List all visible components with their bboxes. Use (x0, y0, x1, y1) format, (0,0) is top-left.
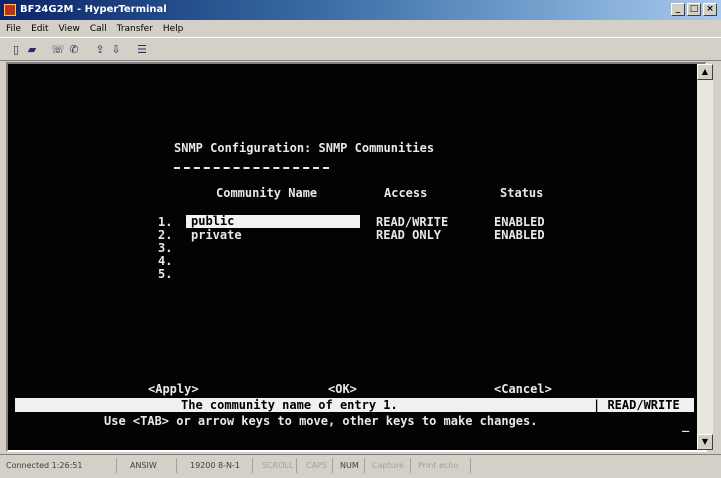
cursor: _ (682, 418, 690, 432)
screen-heading: SNMP Configuration: SNMP Communities (174, 141, 435, 155)
community-name-value[interactable]: private (191, 228, 242, 242)
close-icon[interactable]: × (703, 3, 717, 16)
connect-icon[interactable]: ☏ (50, 42, 66, 57)
maximize-icon[interactable]: □ (687, 3, 701, 16)
row-number: 3. (158, 241, 173, 255)
access-value[interactable]: READ ONLY (376, 228, 441, 242)
status-message: The community name of entry 1. (181, 398, 398, 412)
properties-icon[interactable]: ☰ (134, 42, 150, 57)
menu-edit[interactable]: Edit (31, 24, 48, 34)
menu-view[interactable]: View (59, 24, 80, 34)
emulation-type: ANSIW (130, 461, 157, 470)
column-access: Access (384, 186, 428, 200)
toolbar: ▯ ▰ ☏ ✆ ⇪ ⇩ ☰ (0, 37, 721, 61)
row-number: 4. (158, 254, 173, 268)
hyperterminal-app-icon (4, 4, 16, 16)
ok-button[interactable]: <OK> (328, 382, 357, 396)
column-community-name: Community Name (216, 186, 318, 200)
caps-indicator: CAPS (306, 461, 327, 470)
access-value[interactable]: READ/WRITE (376, 215, 448, 229)
menu-transfer[interactable]: Transfer (117, 24, 153, 34)
port-settings: 19200 8-N-1 (190, 461, 240, 470)
status-mode: | READ/WRITE (593, 398, 680, 412)
scroll-down-icon[interactable]: ▼ (697, 434, 713, 450)
status-value[interactable]: ENABLED (494, 215, 545, 229)
send-icon[interactable]: ⇪ (92, 42, 108, 57)
window-controls: _ □ × (671, 3, 717, 16)
receive-icon[interactable]: ⇩ (108, 42, 124, 57)
keyboard-hint: Use <TAB> or arrow keys to move, other k… (104, 414, 538, 428)
open-icon[interactable]: ▰ (24, 42, 40, 57)
print-echo-indicator: Print echo (418, 461, 459, 470)
terminal-status-bar: The community name of entry 1. | READ/WR… (15, 398, 694, 412)
menu-file[interactable]: File (6, 24, 21, 34)
scroll-indicator: SCROLL (262, 461, 294, 470)
vertical-scrollbar[interactable]: ▲ ▼ (697, 64, 713, 450)
terminal-screen[interactable]: SNMP Configuration: SNMP Communities Com… (8, 64, 697, 450)
row-number: 1. (158, 215, 173, 229)
title-bar: BF24G2M - HyperTerminal _ □ × (0, 0, 721, 20)
window-title: BF24G2M - HyperTerminal (20, 4, 167, 15)
capture-indicator: Capture (372, 461, 404, 470)
menu-help[interactable]: Help (163, 24, 184, 34)
row-number: 5. (158, 267, 173, 281)
status-value[interactable]: ENABLED (494, 228, 545, 242)
apply-button[interactable]: <Apply> (148, 382, 199, 396)
heading-underline (174, 167, 329, 169)
community-name-input-1[interactable]: public (186, 214, 360, 228)
minimize-icon[interactable]: _ (671, 3, 685, 16)
row-number: 2. (158, 228, 173, 242)
connection-time: Connected 1:26:51 (6, 461, 83, 470)
scroll-up-icon[interactable]: ▲ (697, 64, 713, 80)
column-status: Status (500, 186, 544, 200)
disconnect-icon[interactable]: ✆ (66, 42, 82, 57)
status-bar: Connected 1:26:51 ANSIW 19200 8-N-1 SCRO… (0, 454, 721, 478)
community-name-value: public (191, 214, 235, 228)
num-indicator: NUM (340, 461, 359, 470)
new-icon[interactable]: ▯ (8, 42, 24, 57)
menu-bar: File Edit View Call Transfer Help (0, 20, 721, 37)
menu-call[interactable]: Call (90, 24, 107, 34)
cancel-button[interactable]: <Cancel> (494, 382, 552, 396)
